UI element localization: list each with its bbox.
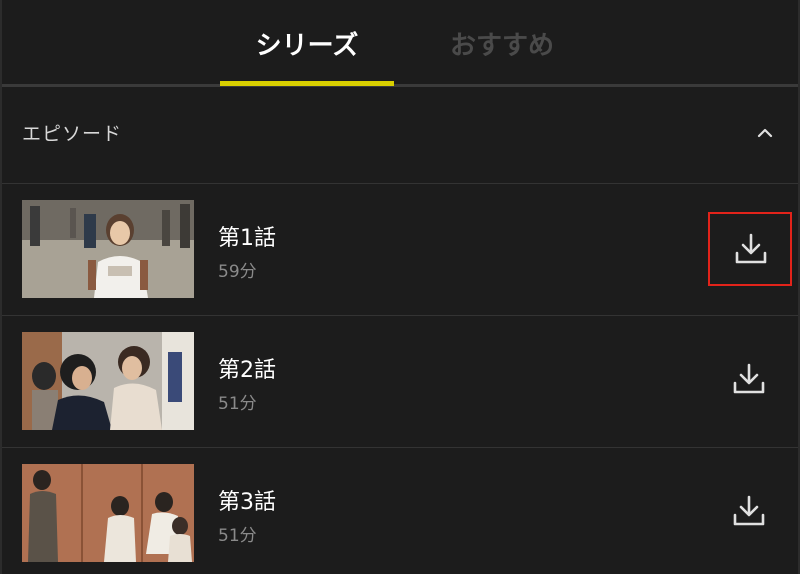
active-tab-indicator: [220, 81, 394, 86]
episode-row-1[interactable]: 第1話 59分: [2, 184, 798, 316]
tab-recommend[interactable]: おすすめ: [412, 24, 592, 84]
episode-duration: 51分: [218, 394, 257, 414]
chevron-up-icon: [750, 128, 780, 151]
episode-duration: 51分: [218, 526, 257, 546]
episode-duration: 59分: [218, 262, 257, 282]
download-button[interactable]: [708, 212, 792, 286]
episode-thumbnail[interactable]: [22, 332, 194, 430]
download-button[interactable]: [708, 344, 792, 418]
episode-thumbnail[interactable]: [22, 200, 194, 298]
section-title: エピソード: [22, 123, 123, 145]
tab-series[interactable]: シリーズ: [220, 24, 394, 84]
app-frame: シリーズ おすすめ エピソード 第1話 59分 第2話 51分 第3話 51分: [0, 0, 800, 574]
tab-bar: シリーズ おすすめ: [2, 0, 798, 87]
collapse-button[interactable]: [750, 117, 780, 147]
download-button[interactable]: [708, 476, 792, 550]
episode-title: 第3話: [218, 490, 276, 515]
episode-row-2[interactable]: 第2話 51分: [2, 316, 798, 448]
episode-title: 第1話: [218, 226, 276, 251]
episode-section-header[interactable]: エピソード: [2, 87, 798, 184]
episode-title: 第2話: [218, 358, 276, 383]
episode-row-3[interactable]: 第3話 51分: [2, 448, 798, 574]
episode-thumbnail[interactable]: [22, 464, 194, 562]
